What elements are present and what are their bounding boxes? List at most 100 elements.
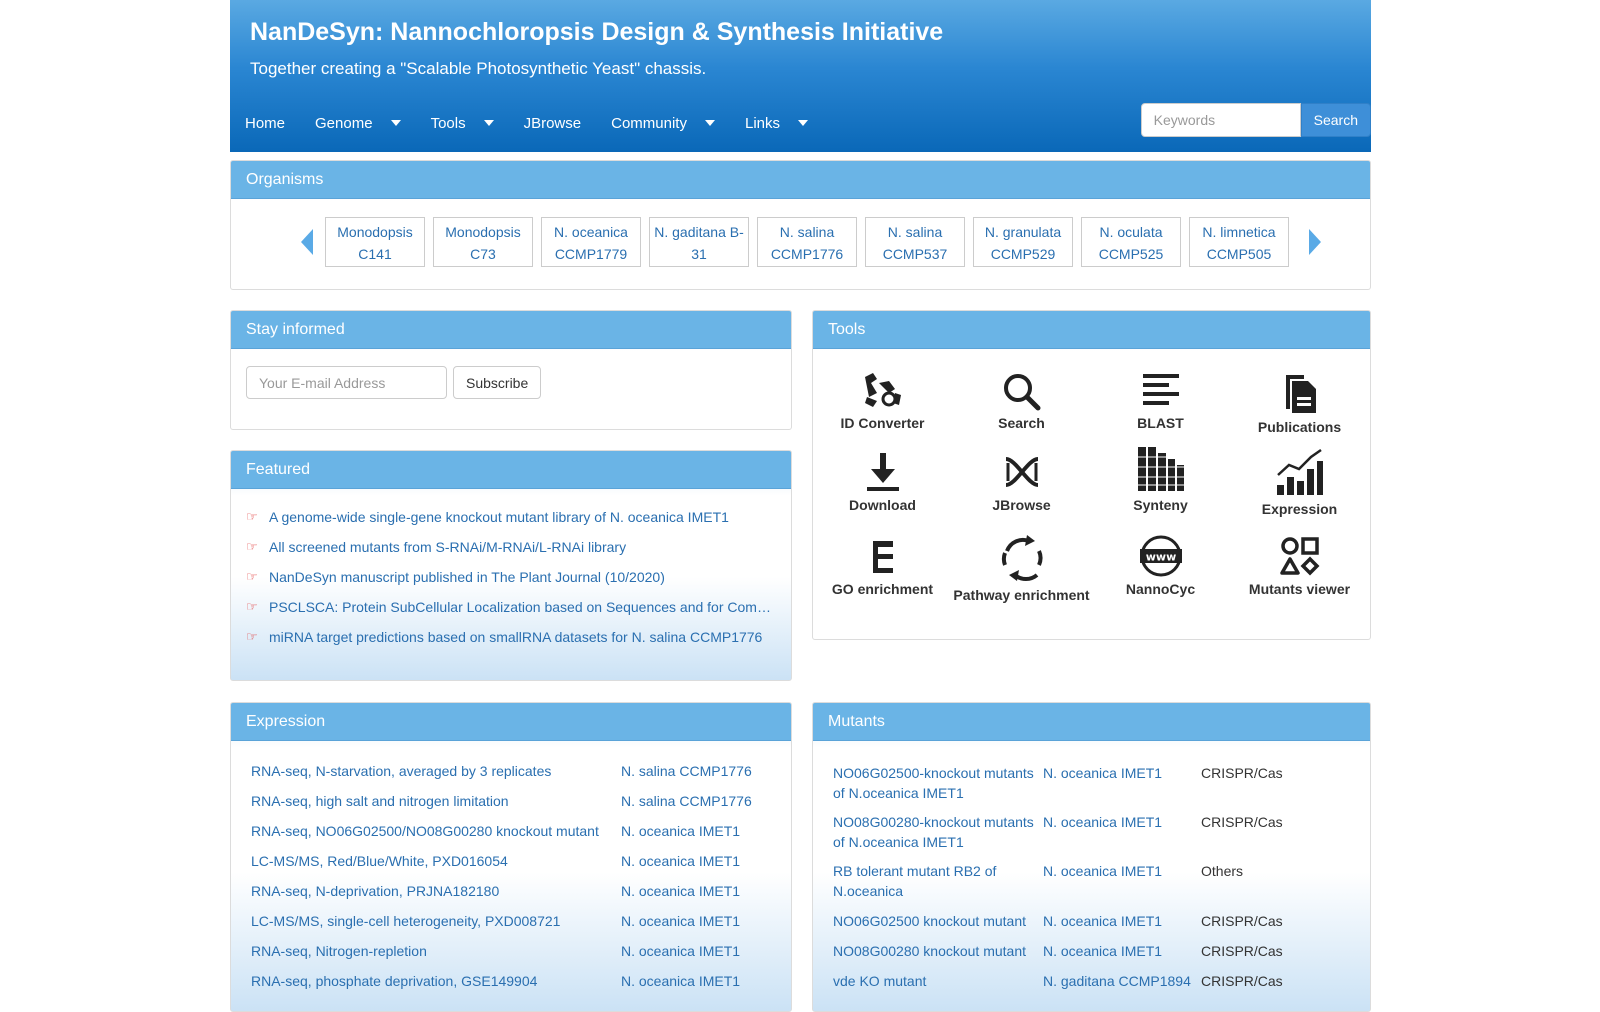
organism-card-monodopsis-c73[interactable]: Monodopsis C73 [433, 217, 533, 267]
table-row: LC-MS/MS, Red/Blue/White, PXD016054 N. oc… [251, 853, 781, 883]
expression-dataset-link[interactable]: RNA-seq, NO06G02500/NO08G00280 knockout … [251, 823, 621, 853]
expression-dataset-link[interactable]: RNA-seq, high salt and nitrogen limitati… [251, 793, 621, 823]
synteny-icon [1137, 447, 1184, 491]
expression-organism-link[interactable]: N. oceanica IMET1 [621, 943, 781, 973]
nav-genome-label: Genome [315, 114, 373, 132]
organism-card-name: N. salina [779, 224, 835, 240]
tool-pathway-enrichment[interactable]: Pathway enrichment [952, 533, 1091, 603]
dna-icon [1004, 457, 1039, 487]
table-row: RNA-seq, Nitrogen-repletion N. oceanica I… [251, 943, 781, 973]
table-row: vde KO mutant N. gaditana CCMP1894 CRISPR/… [833, 971, 1363, 1001]
svg-text:www: www [1145, 551, 1176, 564]
mutants-title: Mutants [813, 703, 1370, 741]
search-button[interactable]: Search [1300, 103, 1371, 137]
organism-card-strain: CCMP1776 [770, 246, 844, 262]
bar-trend-icon [1276, 448, 1323, 495]
expression-organism-link[interactable]: N. oceanica IMET1 [621, 913, 781, 943]
table-row: RNA-seq, N-deprivation, PRJNA182180 N. oc… [251, 883, 781, 913]
mutant-type: CRISPR/Cas [1201, 913, 1283, 929]
nav-community[interactable]: Community [596, 100, 730, 146]
expression-dataset-link[interactable]: LC-MS/MS, Red/Blue/White, PXD016054 [251, 853, 621, 883]
organism-card-name: N. oceanica [554, 224, 628, 240]
carousel-left-arrow-icon[interactable] [301, 229, 313, 255]
mutant-organism-link[interactable]: N. oceanica IMET1 [1043, 763, 1201, 812]
expression-organism-link[interactable]: N. salina CCMP1776 [621, 793, 781, 823]
align-lines-icon [1142, 374, 1179, 405]
nav-tools-label: Tools [430, 114, 466, 132]
featured-link[interactable]: All screened mutants from S-RNAi/M-RNAi/… [269, 539, 626, 569]
expression-dataset-link[interactable]: LC-MS/MS, single-cell heterogeneity, PXD… [251, 913, 621, 943]
tool-label: Download [849, 497, 916, 513]
tool-nannocyc[interactable]: www NannoCyc [1091, 535, 1230, 597]
organism-card-n-oculata-ccmp525[interactable]: N. oculata CCMP525 [1081, 217, 1181, 267]
mutant-organism-link[interactable]: N. oceanica IMET1 [1043, 812, 1201, 861]
nav-tools[interactable]: Tools [416, 100, 509, 146]
tool-blast[interactable]: BLAST [1091, 371, 1230, 431]
nav-home[interactable]: Home [230, 100, 300, 146]
tool-go-enrichment[interactable]: GO enrichment [813, 535, 952, 597]
organism-card-name: N. granulata [984, 224, 1062, 240]
expression-organism-link[interactable]: N. oceanica IMET1 [621, 883, 781, 913]
organism-card-monodopsis-c141[interactable]: Monodopsis C141 [325, 217, 425, 267]
list-item: ☞ miRNA target predictions based on small… [246, 629, 776, 659]
carousel-right-arrow-icon[interactable] [1309, 229, 1321, 255]
expression-organism-link[interactable]: N. oceanica IMET1 [621, 823, 781, 853]
nav-links[interactable]: Links [730, 100, 823, 146]
documents-icon [1285, 375, 1316, 413]
featured-link[interactable]: miRNA target predictions based on smallR… [269, 629, 762, 659]
organism-card-n-salina-ccmp1776[interactable]: N. salina CCMP1776 [757, 217, 857, 267]
shapes-icon [1279, 537, 1319, 576]
tool-publications[interactable]: Publications [1230, 371, 1369, 435]
mutant-organism-link[interactable]: N. oceanica IMET1 [1043, 861, 1201, 911]
tool-mutants-viewer[interactable]: Mutants viewer [1230, 535, 1369, 597]
tool-label: GO enrichment [831, 581, 934, 597]
table-row: LC-MS/MS, single-cell heterogeneity, PXD… [251, 913, 781, 943]
tool-download[interactable]: Download [813, 451, 952, 513]
download-icon [866, 453, 899, 491]
organism-card-n-oceanica-ccmp1779[interactable]: N. oceanica CCMP1779 [541, 217, 641, 267]
nav-jbrowse[interactable]: JBrowse [509, 100, 597, 146]
mutant-link[interactable]: NO08G00280 knockout mutant [833, 941, 1043, 971]
mutant-link[interactable]: NO08G00280-knockout mutants of N.oceanic… [833, 812, 1043, 861]
featured-list: ☞ A genome-wide single-gene knockout muta… [246, 509, 776, 659]
expression-organism-link[interactable]: N. oceanica IMET1 [621, 973, 781, 1003]
tool-search[interactable]: Search [952, 371, 1091, 431]
site-title[interactable]: NanDeSyn: Nannochloropsis Design & Synth… [250, 18, 943, 47]
organism-card-n-granulata-ccmp529[interactable]: N. granulata CCMP529 [973, 217, 1073, 267]
expression-dataset-link[interactable]: RNA-seq, Nitrogen-repletion [251, 943, 621, 973]
mutant-link[interactable]: RB tolerant mutant RB2 of N.oceanica [833, 861, 1043, 911]
mutant-organism-link[interactable]: N. oceanica IMET1 [1043, 941, 1201, 971]
expression-organism-link[interactable]: N. salina CCMP1776 [621, 763, 781, 793]
organism-card-strain: C73 [470, 246, 496, 262]
table-row: RNA-seq, high salt and nitrogen limitati… [251, 793, 781, 823]
tool-expression[interactable]: Expression [1230, 447, 1369, 517]
nav-home-label: Home [245, 114, 286, 132]
tool-jbrowse[interactable]: JBrowse [952, 451, 1091, 513]
mutant-link[interactable]: NO06G02500 knockout mutant [833, 911, 1043, 941]
mutant-link[interactable]: NO06G02500-knockout mutants of N.oceanic… [833, 763, 1043, 812]
organism-card-strain: CCMP505 [1206, 246, 1272, 262]
organism-card-n-gaditana-b31[interactable]: N. gaditana B- 31 [649, 217, 749, 267]
mutant-organism-link[interactable]: N. gaditana CCMP1894 [1043, 971, 1201, 1001]
search-input[interactable] [1140, 103, 1301, 137]
mutant-organism-link[interactable]: N. oceanica IMET1 [1043, 911, 1201, 941]
featured-title: Featured [231, 451, 791, 489]
pointing-hand-icon: ☞ [246, 539, 258, 554]
expression-organism-link[interactable]: N. oceanica IMET1 [621, 853, 781, 883]
featured-link[interactable]: PSCLSCA: Protein SubCellular Localizatio… [269, 599, 776, 629]
expression-dataset-link[interactable]: RNA-seq, phosphate deprivation, GSE14990… [251, 973, 621, 1003]
tool-id-converter[interactable]: ID Converter [813, 371, 952, 431]
nav-genome[interactable]: Genome [300, 100, 416, 146]
organism-card-n-salina-ccmp537[interactable]: N. salina CCMP537 [865, 217, 965, 267]
stay-informed-title: Stay informed [231, 311, 791, 349]
organism-card-strain: CCMP537 [882, 246, 948, 262]
featured-link[interactable]: NanDeSyn manuscript published in The Pla… [269, 569, 665, 599]
expression-dataset-link[interactable]: RNA-seq, N-starvation, averaged by 3 rep… [251, 763, 621, 793]
email-field[interactable] [246, 366, 447, 399]
mutant-link[interactable]: vde KO mutant [833, 971, 1043, 1001]
tool-synteny[interactable]: Synteny [1091, 445, 1230, 513]
organism-card-n-limnetica-ccmp505[interactable]: N. limnetica CCMP505 [1189, 217, 1289, 267]
expression-dataset-link[interactable]: RNA-seq, N-deprivation, PRJNA182180 [251, 883, 621, 913]
subscribe-button[interactable]: Subscribe [453, 366, 542, 399]
featured-link[interactable]: A genome-wide single-gene knockout mutan… [269, 509, 729, 539]
